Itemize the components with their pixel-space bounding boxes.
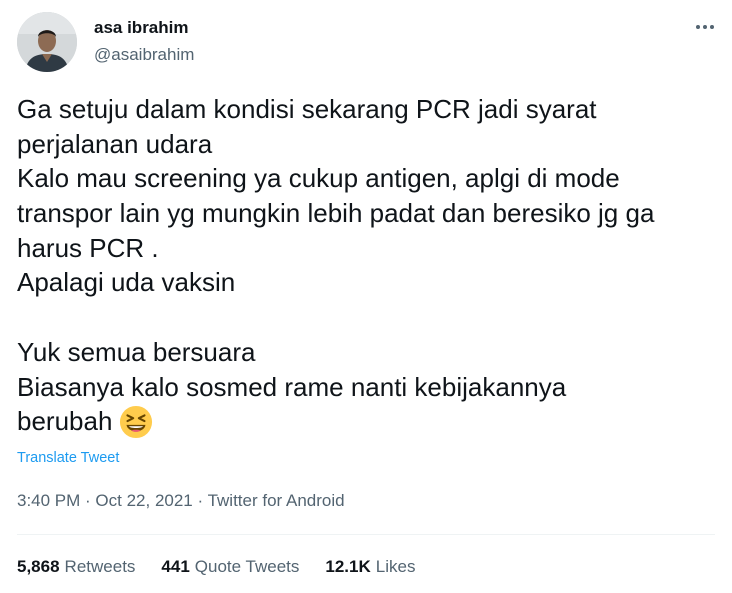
tweet-text-fragment: berubah: [17, 406, 113, 437]
quote-tweets-count: 441: [161, 557, 190, 576]
tweet-meta: 3:40 PM · Oct 22, 2021 · Twitter for And…: [17, 491, 345, 511]
quote-tweets-label: Quote Tweets: [194, 557, 300, 576]
tweet-text-line: harus PCR .: [17, 232, 159, 263]
tweet-stats: 5,868 Retweets 441 Quote Tweets 12.1K Li…: [17, 557, 415, 579]
likes-stat[interactable]: 12.1K Likes: [325, 557, 415, 579]
tweet-source[interactable]: Twitter for Android: [208, 491, 345, 510]
retweets-stat[interactable]: 5,868 Retweets: [17, 557, 135, 579]
avatar[interactable]: [17, 12, 77, 72]
author-handle[interactable]: @asaibrahim: [94, 45, 194, 65]
tweet-text-line: Ga setuju dalam kondisi sekarang PCR jad…: [17, 94, 597, 124]
tweet-text-line: Apalagi uda vaksin: [17, 267, 236, 298]
meta-separator: ·: [192, 491, 208, 510]
tweet-text-line: Yuk semua bersuara: [17, 336, 256, 367]
author-name[interactable]: asa ibrahim: [94, 18, 189, 38]
avatar-photo: [17, 12, 77, 72]
more-options-button[interactable]: [692, 14, 718, 40]
tweet-date[interactable]: Oct 22, 2021: [95, 491, 192, 510]
tweet-text-line: Kalo mau screening ya cukup antigen, apl…: [17, 163, 620, 194]
tweet-text-line: transpor lain yg mungkin lebih padat dan…: [17, 198, 655, 229]
tweet-text-line-last: berubah: [17, 404, 717, 439]
meta-separator: ·: [80, 491, 96, 510]
tweet-time[interactable]: 3:40 PM: [17, 491, 80, 510]
tweet-text-line: Biasanya kalo sosmed rame nanti kebijaka…: [17, 371, 567, 402]
tweet-text: Ga setuju dalam kondisi sekarang PCR jad…: [17, 92, 717, 439]
quote-tweets-stat[interactable]: 441 Quote Tweets: [161, 557, 299, 579]
more-dots-icon: [696, 25, 714, 29]
grinning-squinting-face-icon: [120, 405, 153, 438]
tweet-card: asa ibrahim @asaibrahim Ga setuju dalam …: [0, 0, 732, 593]
likes-count: 12.1K: [325, 557, 371, 576]
retweets-label: Retweets: [64, 557, 136, 576]
tweet-text-line: perjalanan udara: [17, 128, 213, 159]
translate-tweet-link[interactable]: Translate Tweet: [17, 450, 119, 466]
retweets-count: 5,868: [17, 557, 60, 576]
likes-label: Likes: [375, 557, 416, 576]
divider: [17, 534, 715, 535]
